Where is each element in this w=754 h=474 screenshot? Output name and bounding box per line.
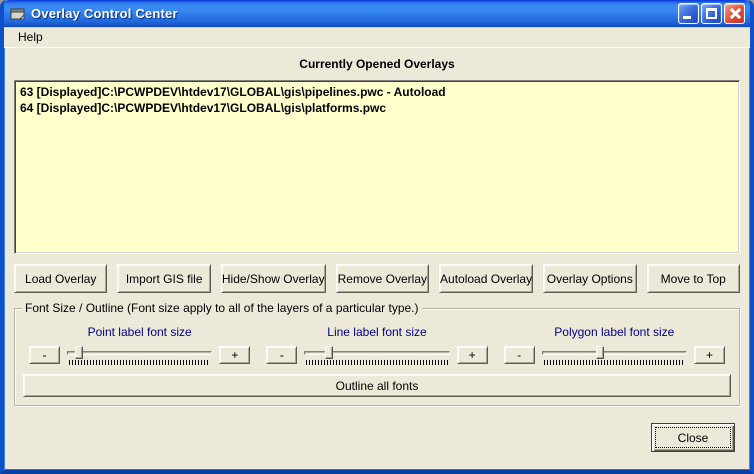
load-overlay-button[interactable]: Load Overlay [14, 264, 107, 293]
caption-buttons [678, 3, 745, 24]
form-window-icon [10, 6, 26, 22]
slider-thumb[interactable] [596, 346, 604, 359]
point-font-minus-button[interactable]: - [29, 346, 60, 364]
import-gis-file-button[interactable]: Import GIS file [117, 264, 210, 293]
font-size-sliders: Point label font size - + Line label fon… [21, 325, 733, 365]
polygon-font-size-label: Polygon label font size [496, 325, 733, 339]
line-font-size-label: Line label font size [258, 325, 495, 339]
polygon-font-plus-button[interactable]: + [694, 346, 725, 364]
close-icon[interactable] [724, 3, 745, 24]
group-title: Font Size / Outline (Font size apply to … [22, 301, 422, 315]
point-font-size-slider[interactable] [67, 346, 212, 365]
line-font-size-section: Line label font size - + [258, 325, 495, 365]
hide-show-overlay-button[interactable]: Hide/Show Overlay [221, 264, 326, 293]
list-item[interactable]: 64 [Displayed]C:\PCWPDEV\htdev17\GLOBAL\… [20, 100, 734, 116]
menu-item-help[interactable]: Help [12, 28, 49, 46]
footer: Close [4, 423, 735, 452]
line-font-minus-button[interactable]: - [266, 346, 297, 364]
minimize-icon[interactable] [678, 3, 699, 24]
move-to-top-button[interactable]: Move to Top [647, 264, 740, 293]
line-font-plus-button[interactable]: + [457, 346, 488, 364]
slider-track [542, 351, 687, 355]
polygon-font-size-section: Polygon label font size - + [496, 325, 733, 365]
menu-bar: Help [4, 27, 750, 48]
point-font-size-section: Point label font size - + [21, 325, 258, 365]
maximize-icon[interactable] [701, 3, 722, 24]
slider-ticks [544, 360, 685, 365]
remove-overlay-button[interactable]: Remove Overlay [336, 264, 429, 293]
overlay-options-button[interactable]: Overlay Options [543, 264, 636, 293]
slider-thumb[interactable] [75, 346, 83, 359]
page-title: Currently Opened Overlays [4, 57, 750, 71]
titlebar[interactable]: Overlay Control Center [4, 0, 750, 27]
point-font-plus-button[interactable]: + [219, 346, 250, 364]
close-button[interactable]: Close [651, 423, 735, 452]
outline-all-fonts-button[interactable]: Outline all fonts [23, 374, 731, 397]
slider-thumb[interactable] [325, 346, 333, 359]
line-font-size-slider[interactable] [304, 346, 449, 365]
slider-ticks [306, 360, 447, 365]
overlay-listbox[interactable]: 63 [Displayed]C:\PCWPDEV\htdev17\GLOBAL\… [14, 80, 740, 254]
slider-track [67, 351, 212, 355]
autoload-overlay-button[interactable]: Autoload Overlay [439, 264, 533, 293]
overlay-control-center-window: Overlay Control Center Help Currently Op… [0, 0, 754, 474]
slider-ticks [69, 360, 210, 365]
polygon-font-size-slider[interactable] [542, 346, 687, 365]
point-font-size-label: Point label font size [21, 325, 258, 339]
polygon-font-minus-button[interactable]: - [504, 346, 535, 364]
overlay-action-buttons: Load Overlay Import GIS file Hide/Show O… [14, 264, 740, 293]
font-size-outline-group: Font Size / Outline (Font size apply to … [14, 308, 740, 406]
list-item[interactable]: 63 [Displayed]C:\PCWPDEV\htdev17\GLOBAL\… [20, 84, 734, 100]
window-title: Overlay Control Center [31, 6, 678, 21]
